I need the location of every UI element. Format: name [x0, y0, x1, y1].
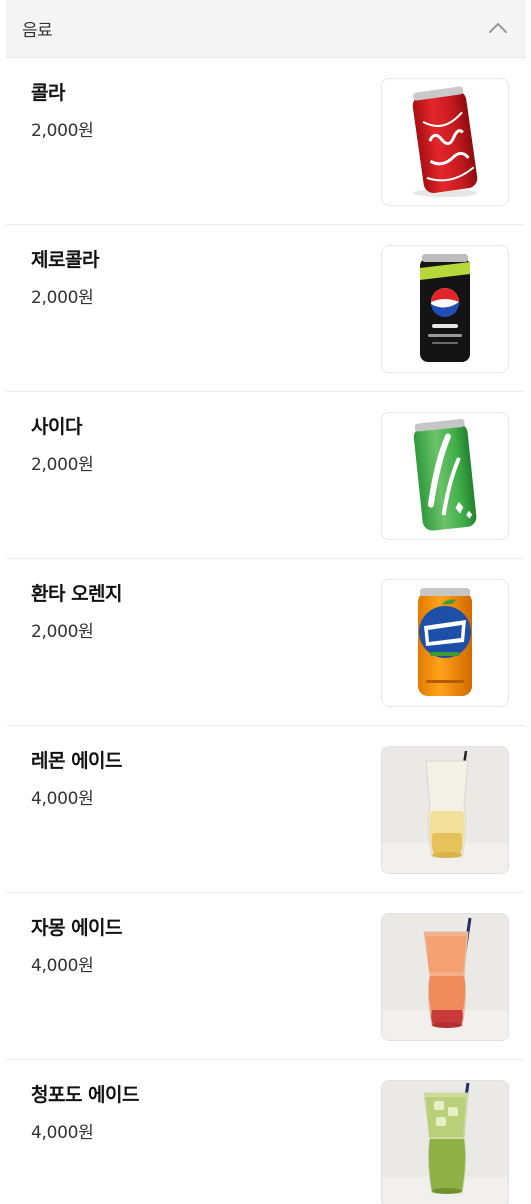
category-header-beverages[interactable]: 음료 [6, 0, 526, 58]
menu-item-price: 4,000원 [31, 1123, 94, 1143]
lemonade-glass-image[interactable] [381, 746, 509, 874]
cola-can-image[interactable] [381, 78, 509, 206]
menu-item[interactable]: 사이다 2,000원 [6, 392, 524, 559]
menu-item-name: 콜라 [31, 82, 65, 104]
menu-item-price: 4,000원 [31, 956, 94, 976]
grapefruit-ade-glass-image[interactable] [381, 913, 509, 1041]
fanta-orange-can-image[interactable] [381, 579, 509, 707]
menu-item[interactable]: 콜라 2,000원 [6, 58, 524, 225]
menu-item-name: 제로콜라 [31, 249, 99, 271]
menu-item[interactable]: 제로콜라 2,000원 [6, 225, 524, 392]
menu-item-name: 레몬 에이드 [31, 750, 123, 772]
menu-item[interactable]: 자몽 에이드 4,000원 [6, 893, 524, 1060]
menu-item-name: 환타 오렌지 [31, 583, 123, 605]
menu-item-price: 2,000원 [31, 622, 94, 642]
menu-screen: 음료 콜라 2,000원 제로콜라 2,000원 사이다 2,000원 환타 오… [0, 0, 531, 1204]
cider-can-image[interactable] [381, 412, 509, 540]
menu-item-price: 2,000원 [31, 288, 94, 308]
menu-item[interactable]: 환타 오렌지 2,000원 [6, 559, 524, 726]
menu-item-price: 2,000원 [31, 121, 94, 141]
category-title: 음료 [22, 21, 53, 41]
chevron-up-icon[interactable] [486, 18, 510, 38]
menu-item-name: 청포도 에이드 [31, 1084, 140, 1106]
menu-item-name: 자몽 에이드 [31, 917, 123, 939]
menu-item-price: 2,000원 [31, 455, 94, 475]
zero-cola-can-image[interactable] [381, 245, 509, 373]
menu-list: 콜라 2,000원 제로콜라 2,000원 사이다 2,000원 환타 오렌지 … [6, 58, 524, 1204]
menu-item[interactable]: 청포도 에이드 4,000원 [6, 1060, 524, 1204]
menu-item-name: 사이다 [31, 416, 82, 438]
menu-item[interactable]: 레몬 에이드 4,000원 [6, 726, 524, 893]
menu-item-price: 4,000원 [31, 789, 94, 809]
green-grape-ade-glass-image[interactable] [381, 1080, 509, 1204]
